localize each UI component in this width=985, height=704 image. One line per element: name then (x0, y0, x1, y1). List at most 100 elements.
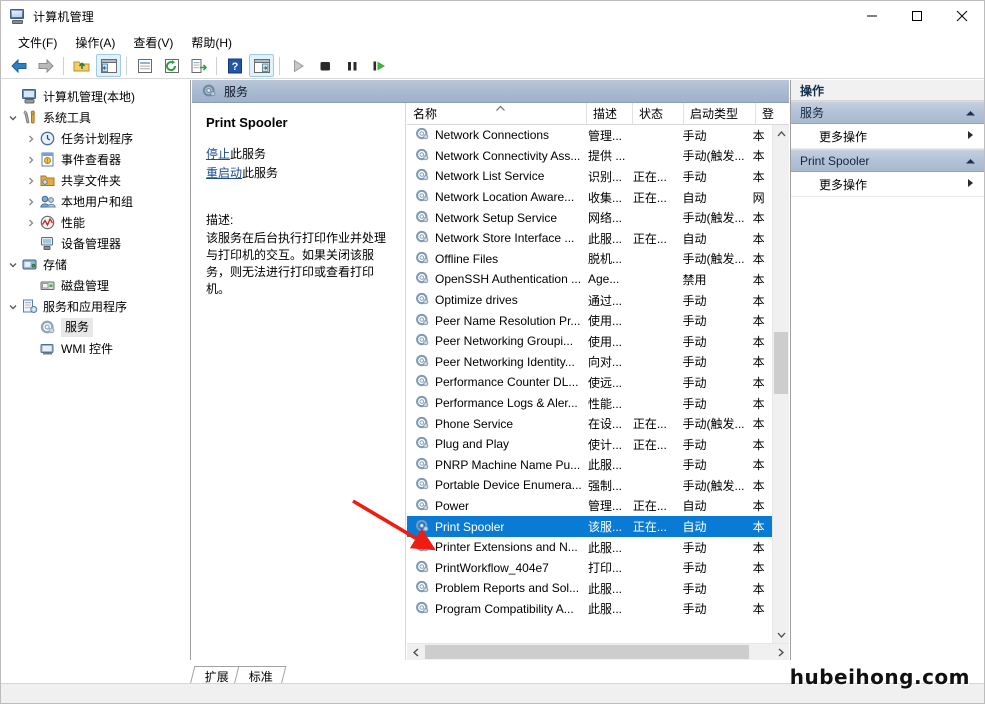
restart-service-link[interactable]: 重启动 (206, 166, 242, 180)
column-header-name[interactable]: 名称 (407, 103, 587, 124)
scroll-right-arrow[interactable] (772, 648, 789, 657)
chevron-down-icon[interactable] (5, 260, 21, 270)
tree-item-performance[interactable]: 性能 (1, 212, 190, 233)
table-row[interactable]: Phone Service 在设... 正在... 手动(触发... 本 (407, 413, 772, 434)
service-name-text: Network List Service (435, 169, 545, 184)
menu-file[interactable]: 文件(F) (9, 32, 66, 53)
back-icon[interactable] (6, 54, 31, 77)
table-row[interactable]: Network Store Interface ... 此服... 正在... 自动 本 (407, 228, 772, 249)
table-row[interactable]: Peer Name Resolution Pr... 使用... 手动 本 (407, 310, 772, 331)
chevron-right-icon[interactable] (23, 155, 39, 165)
table-row[interactable]: Program Compatibility A... 此服... 手动 本 (407, 599, 772, 620)
tree-item-local-users-groups[interactable]: 本地用户和组 (1, 191, 190, 212)
tree-item-services-and-applications[interactable]: 服务和应用程序 (1, 296, 190, 317)
column-header-startup-type[interactable]: 启动类型 (684, 103, 756, 124)
show-hide-tree-icon[interactable] (96, 54, 121, 77)
restart-service-icon[interactable] (366, 54, 391, 77)
maximize-button[interactable] (894, 1, 939, 31)
table-row[interactable]: PrintWorkflow_404e7 打印... 手动 本 (407, 557, 772, 578)
action-more-actions-services[interactable]: 更多操作 (791, 124, 984, 149)
column-header-description[interactable]: 描述 (587, 103, 633, 124)
tree-item-event-viewer[interactable]: ! 事件查看器 (1, 149, 190, 170)
stop-service-icon[interactable] (312, 54, 337, 77)
table-row[interactable]: Power 管理... 正在... 自动 本 (407, 496, 772, 517)
menu-view[interactable]: 查看(V) (124, 32, 182, 53)
table-row[interactable]: Network List Service 识别... 正在... 手动 本 (407, 166, 772, 187)
table-row[interactable]: Peer Networking Identity... 向对... 手动 本 (407, 352, 772, 373)
chevron-right-icon[interactable] (23, 218, 39, 228)
chevron-up-icon[interactable] (965, 106, 976, 120)
table-row[interactable]: Problem Reports and Sol... 此服... 手动 本 (407, 578, 772, 599)
horizontal-scroll-thumb[interactable] (425, 645, 749, 659)
chevron-right-icon[interactable] (23, 197, 39, 207)
cell-name: Portable Device Enumera... (407, 477, 582, 493)
table-row[interactable]: Performance Logs & Aler... 性能... 手动 本 (407, 393, 772, 414)
column-header-status[interactable]: 状态 (633, 103, 684, 124)
service-name-text: Network Connections (435, 128, 550, 143)
vertical-scroll-thumb[interactable] (774, 332, 788, 394)
tree-item-computer-management[interactable]: 计算机管理(本地) (1, 86, 190, 107)
chevron-right-icon[interactable] (23, 176, 39, 186)
column-header-logon-as[interactable]: 登 (756, 103, 786, 124)
up-folder-icon[interactable] (69, 54, 94, 77)
export-list-icon[interactable] (186, 54, 211, 77)
chevron-down-icon[interactable] (5, 113, 21, 123)
stop-service-link[interactable]: 停止 (206, 147, 230, 161)
table-row[interactable]: Optimize drives 通过... 手动 本 (407, 290, 772, 311)
menu-action[interactable]: 操作(A) (66, 32, 124, 53)
service-name-text: Peer Networking Groupi... (435, 334, 574, 349)
vertical-scrollbar[interactable] (772, 125, 789, 643)
start-service-icon[interactable] (285, 54, 310, 77)
table-row[interactable]: Performance Counter DL... 使远... 手动 本 (407, 372, 772, 393)
action-more-actions-print-spooler[interactable]: 更多操作 (791, 172, 984, 197)
table-row[interactable]: Print Spooler 该服... 正在... 自动 本 (407, 516, 772, 537)
scroll-left-arrow[interactable] (407, 648, 424, 657)
table-row[interactable]: Printer Extensions and N... 此服... 手动 本 (407, 537, 772, 558)
tree-item-services[interactable]: 服务 (1, 317, 190, 338)
table-row[interactable]: Network Setup Service 网络... 手动(触发... 本 (407, 207, 772, 228)
table-row[interactable]: PNRP Machine Name Pu... 此服... 手动 本 (407, 455, 772, 476)
table-row[interactable]: Portable Device Enumera... 强制... 手动(触发... 本 (407, 475, 772, 496)
console-tree-pane: 计算机管理(本地) 系统工具 任务计划程序 ! 事件查看器 共享文件夹 本地用户… (1, 80, 191, 660)
show-hide-action-pane-icon[interactable] (249, 54, 274, 77)
chevron-up-icon[interactable] (965, 154, 976, 168)
chevron-right-icon[interactable] (23, 134, 39, 144)
help-icon[interactable]: ? (222, 54, 247, 77)
service-gear-icon (415, 313, 431, 329)
horizontal-scrollbar[interactable] (407, 643, 789, 660)
forward-icon[interactable] (33, 54, 58, 77)
scroll-up-arrow[interactable] (773, 125, 789, 142)
tree-item-task-scheduler[interactable]: 任务计划程序 (1, 128, 190, 149)
toolbar-separator (279, 56, 280, 75)
tree-item-system-tools[interactable]: 系统工具 (1, 107, 190, 128)
cell-desc: 通过... (587, 293, 622, 308)
actions-group-services[interactable]: 服务 (791, 101, 984, 124)
table-row[interactable]: Plug and Play 使计... 正在... 手动 本 (407, 434, 772, 455)
refresh-icon[interactable] (159, 54, 184, 77)
table-row[interactable]: OpenSSH Authentication ... Age... 禁用 本 (407, 269, 772, 290)
cell-logon: 本 (752, 581, 765, 596)
table-row[interactable]: Offline Files 脱机... 手动(触发... 本 (407, 249, 772, 270)
caret-right-icon (967, 130, 974, 142)
table-row[interactable]: Network Location Aware... 收集... 正在... 自动 网 (407, 187, 772, 208)
close-button[interactable] (939, 1, 984, 31)
pause-service-icon[interactable] (339, 54, 364, 77)
toolbar-separator (63, 56, 64, 75)
cell-name: Plug and Play (407, 436, 582, 452)
chevron-down-icon[interactable] (5, 302, 21, 312)
table-row[interactable]: Peer Networking Groupi... 使用... 手动 本 (407, 331, 772, 352)
tree-item-wmi-control[interactable]: WMI 控件 (1, 338, 190, 359)
menu-help[interactable]: 帮助(H) (182, 32, 241, 53)
tree-item-storage[interactable]: 存储 (1, 254, 190, 275)
tree-item-disk-management[interactable]: 磁盘管理 (1, 275, 190, 296)
table-row[interactable]: Network Connections 管理... 手动 本 (407, 125, 772, 146)
scroll-down-arrow[interactable] (773, 626, 789, 643)
properties-icon[interactable] (132, 54, 157, 77)
minimize-button[interactable] (849, 1, 894, 31)
service-gear-icon (415, 230, 431, 246)
tree-item-device-manager[interactable]: 设备管理器 (1, 233, 190, 254)
table-row[interactable]: Network Connectivity Ass... 提供 ... 手动(触发..… (407, 146, 772, 167)
cell-logon: 本 (752, 149, 765, 164)
tree-item-shared-folders[interactable]: 共享文件夹 (1, 170, 190, 191)
actions-group-print-spooler[interactable]: Print Spooler (791, 149, 984, 172)
